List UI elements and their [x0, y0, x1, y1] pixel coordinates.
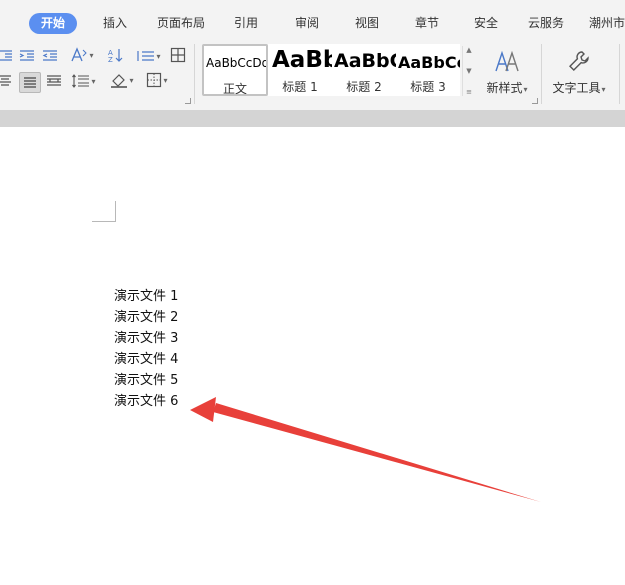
paragraph-dialog-launcher[interactable]	[185, 98, 191, 104]
new-style-button[interactable]: 新样式▾	[482, 49, 532, 96]
group-separator	[194, 44, 195, 104]
margin-corner-mark	[92, 201, 116, 222]
document-line[interactable]: 演示文件 3	[114, 328, 178, 349]
style-name: 标题 3	[410, 80, 446, 94]
tab-chaozhou[interactable]: 潮州市	[589, 15, 625, 31]
decrease-indent-icon[interactable]	[0, 48, 14, 64]
line-spacing-icon[interactable]: ▾	[134, 48, 164, 64]
group-separator	[541, 44, 542, 104]
style-name: 标题 1	[282, 80, 318, 94]
styles-dialog-launcher[interactable]	[532, 98, 538, 104]
tab-home[interactable]: 开始	[29, 13, 78, 34]
increase-indent-icon[interactable]	[41, 48, 59, 64]
new-style-icon	[482, 49, 532, 79]
style-preview: AaBbC	[334, 50, 396, 72]
document-line[interactable]: 演示文件 6	[114, 391, 178, 412]
document-line[interactable]: 演示文件 2	[114, 307, 178, 328]
sort-icon[interactable]: AZ	[106, 47, 124, 63]
tab-chapter[interactable]: 章节	[415, 15, 439, 31]
document-page[interactable]	[0, 127, 625, 585]
style-heading-2[interactable]: AaBbC 标题 2	[332, 44, 396, 96]
style-name: 正文	[222, 82, 247, 96]
tab-view[interactable]: 视图	[355, 15, 379, 31]
table-icon[interactable]	[169, 47, 187, 63]
distributed-align-icon[interactable]	[45, 73, 63, 89]
style-preview: AaBbCcDd	[206, 56, 268, 70]
paragraph-spacing-icon[interactable]: ▾	[70, 73, 98, 89]
styles-gallery: AaBbCcDd 正文 AaBb 标题 1 AaBbC 标题 2 AaBbCc …	[200, 44, 474, 98]
text-tools-button[interactable]: 文字工具▾	[548, 49, 610, 96]
tab-security[interactable]: 安全	[474, 15, 498, 31]
borders-icon[interactable]: ▾	[143, 72, 171, 88]
svg-text:Z: Z	[108, 56, 113, 63]
document-line[interactable]: 演示文件 4	[114, 349, 178, 370]
align-center-icon[interactable]	[0, 73, 14, 89]
group-separator	[619, 44, 620, 104]
tab-insert[interactable]: 插入	[103, 15, 127, 31]
new-style-label: 新样式	[486, 81, 523, 95]
increase-indent-icon[interactable]	[18, 48, 36, 64]
gallery-scroll[interactable]: ▲ ▼ ≡	[462, 46, 475, 96]
ribbon-bottom-band	[0, 110, 625, 127]
more-icon[interactable]: ≡	[466, 88, 472, 96]
style-name: 标题 2	[346, 80, 382, 94]
style-heading-3[interactable]: AaBbCc 标题 3	[396, 44, 460, 96]
style-preview: AaBb	[272, 47, 332, 73]
chevron-up-icon[interactable]: ▲	[466, 46, 471, 54]
style-heading-1[interactable]: AaBb 标题 1	[268, 44, 332, 96]
chevron-down-icon[interactable]: ▼	[466, 67, 471, 75]
document-line[interactable]: 演示文件 5	[114, 370, 178, 391]
tab-cloud-service[interactable]: 云服务	[528, 15, 564, 31]
document-line[interactable]: 演示文件 1	[114, 286, 178, 307]
align-justify-icon[interactable]	[19, 72, 41, 93]
document-body[interactable]: 演示文件 1 演示文件 2 演示文件 3 演示文件 4 演示文件 5 演示文件 …	[114, 286, 178, 412]
tab-page-layout[interactable]: 页面布局	[157, 15, 205, 31]
tab-references[interactable]: 引用	[234, 15, 258, 31]
style-preview: AaBbCc	[398, 53, 460, 72]
wrench-icon	[548, 49, 610, 79]
tab-review[interactable]: 审阅	[295, 15, 319, 31]
text-direction-icon[interactable]: ▾	[68, 47, 96, 63]
shading-icon[interactable]: ▾	[108, 72, 136, 88]
style-normal[interactable]: AaBbCcDd 正文	[202, 44, 268, 96]
text-tools-label: 文字工具	[552, 81, 601, 95]
